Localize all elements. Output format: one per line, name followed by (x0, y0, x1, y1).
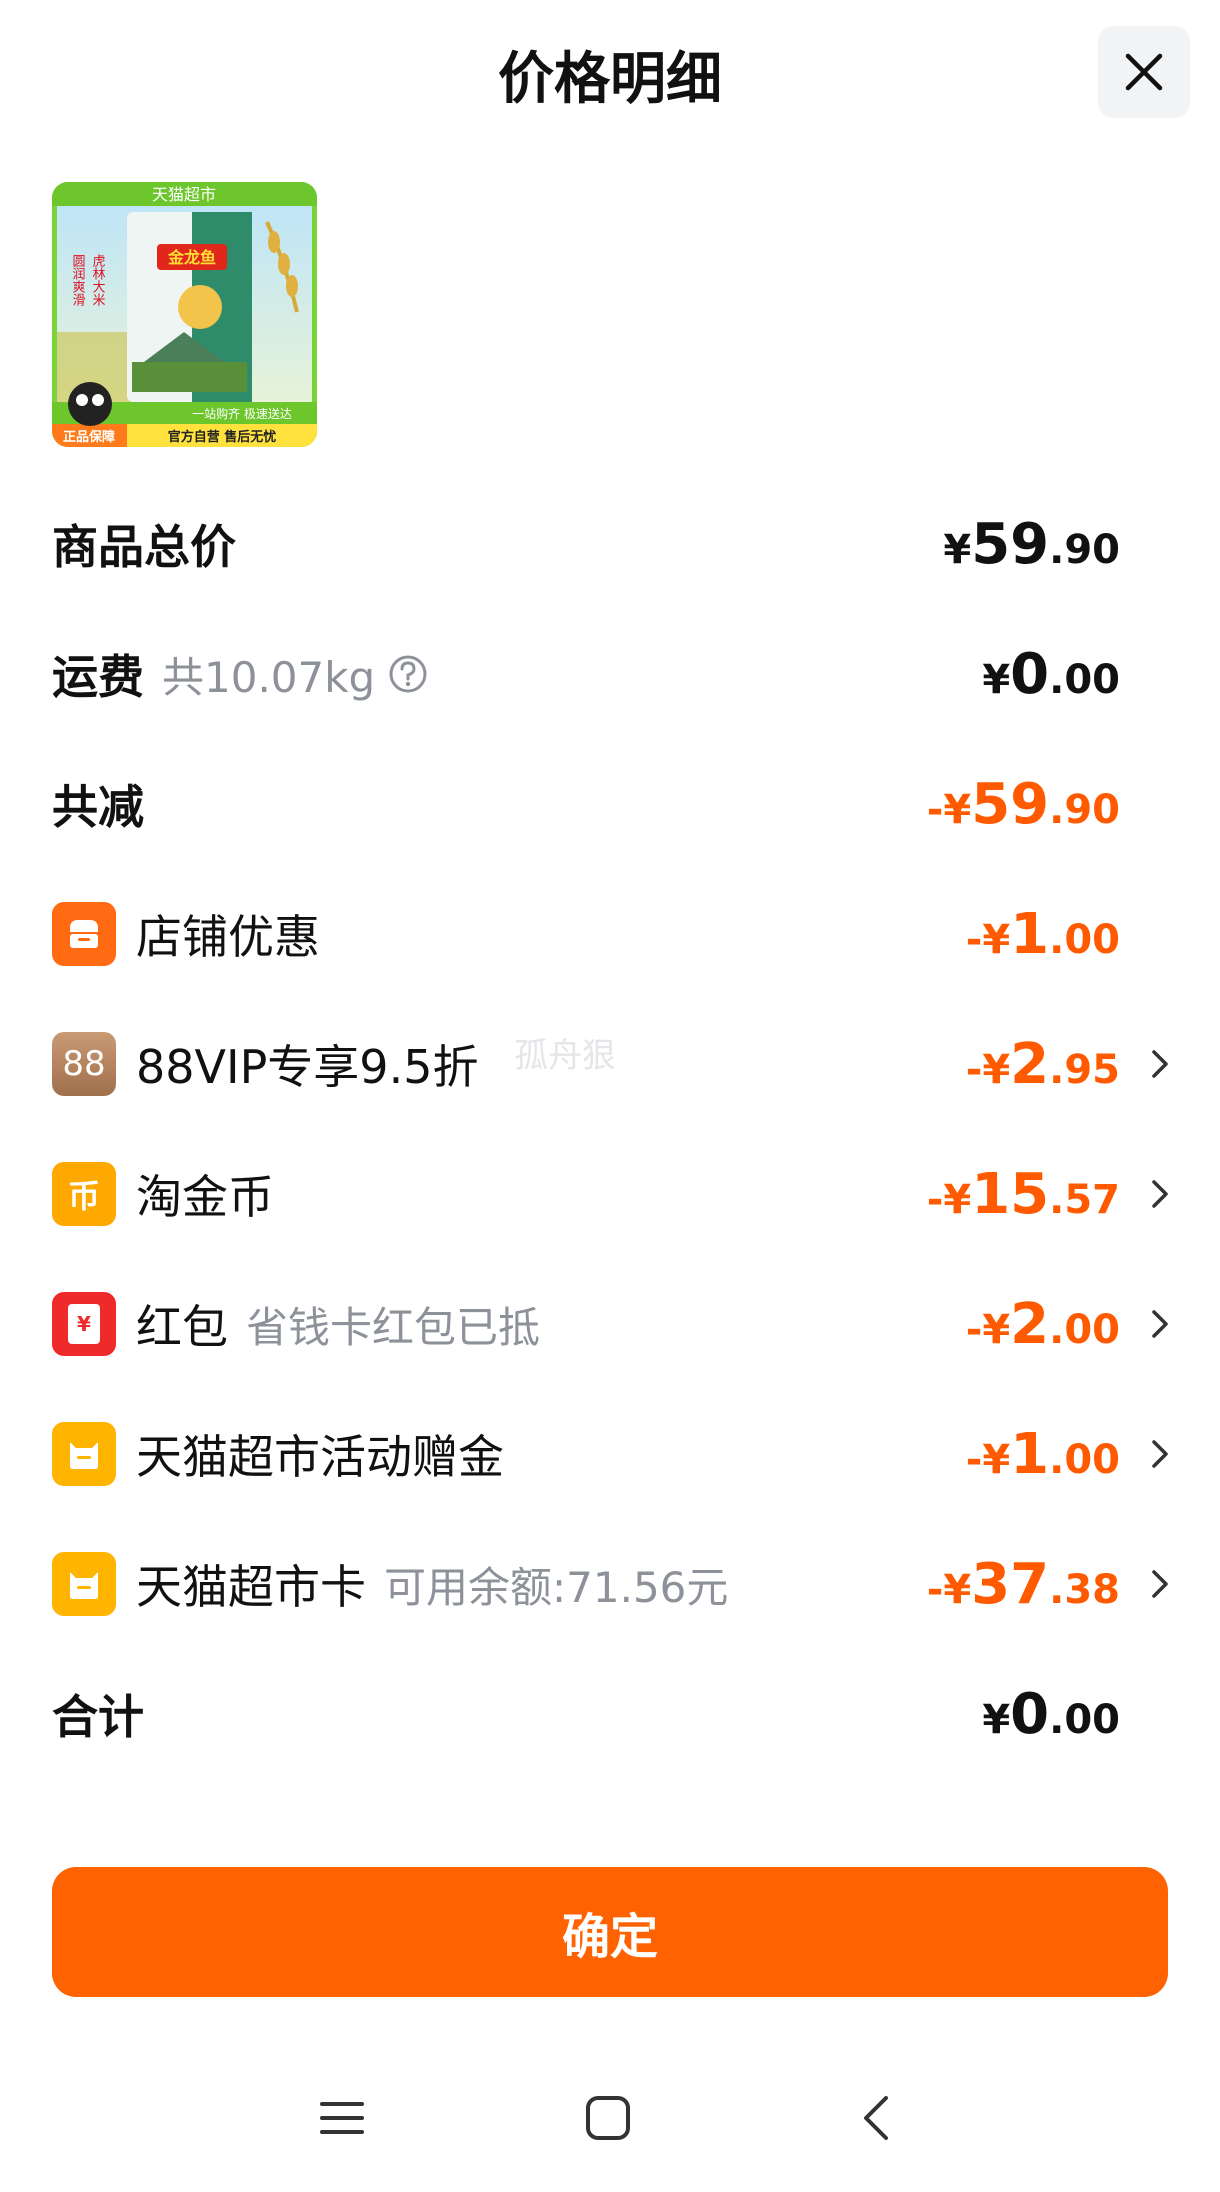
product-brand-text: 金龙鱼 (167, 248, 216, 267)
close-button[interactable] (1098, 26, 1190, 118)
discount-amount: -¥ 2 .00 (966, 1284, 1120, 1364)
sum-label: 合计 (52, 1690, 144, 1744)
discount-label: 淘金币 (136, 1170, 274, 1224)
product-image: 金龙鱼 圆润爽滑 虎林大米 天猫超市 一站购齐 极速送达 正品保障 官方自营 售… (52, 182, 317, 447)
currency: ¥ (943, 527, 972, 573)
chevron-right-icon (1152, 1440, 1168, 1468)
discount-label: 店铺优惠 (136, 910, 320, 964)
total-price-row: 商品总价 ¥ 59 .90 (52, 504, 1172, 584)
close-icon (1125, 53, 1163, 91)
total-reduce-label: 共减 (52, 780, 144, 834)
sum-amount: ¥ 0 .00 (982, 1674, 1120, 1754)
vip88-icon: 88 (52, 1032, 116, 1096)
chevron-right-icon (1152, 1570, 1168, 1598)
currency: -¥ (926, 1567, 972, 1613)
coin-icon-text: 币 (67, 1177, 100, 1215)
sum-row: 合计 ¥ 0 .00 (52, 1674, 1172, 1754)
system-nav-bar (0, 2080, 1220, 2160)
amount-dec: .00 (1049, 1437, 1120, 1483)
total-reduce-row: 共减 -¥ 59 .90 (52, 764, 1172, 844)
amount-dec: .00 (1049, 657, 1120, 703)
total-reduce-amount: -¥ 59 .90 (927, 764, 1120, 844)
watermark: 孤舟狠 (514, 1036, 616, 1076)
header: 价格明细 (0, 0, 1220, 140)
amount-int: 0 (1010, 642, 1050, 707)
discount-amount: -¥ 37 .38 (927, 1544, 1120, 1624)
tmall-gift-icon (52, 1422, 116, 1486)
red-packet-icon: ¥ (52, 1292, 116, 1356)
discount-label: 88VIP专享9.5折 (136, 1040, 479, 1094)
discount-amount: -¥ 1 .00 (966, 1414, 1120, 1494)
amount-int: 59 (971, 772, 1050, 837)
discount-sub: 省钱卡红包已抵 (246, 1302, 541, 1352)
amount-dec: .00 (1049, 1697, 1120, 1743)
discount-amount: -¥ 1 .00 (966, 894, 1120, 974)
amount-int: 37 (971, 1552, 1050, 1617)
menu-icon[interactable] (318, 2094, 366, 2142)
discount-amount: -¥ 2 .95 (966, 1024, 1120, 1104)
amount-dec: .57 (1049, 1177, 1120, 1223)
amount-int: 2 (1010, 1292, 1050, 1357)
amount-int: 15 (971, 1162, 1050, 1227)
shipping-row: 运费 共10.07kg ¥ 0 .00 (52, 634, 1172, 714)
tmall-card-icon (52, 1552, 116, 1616)
back-icon[interactable] (858, 2094, 894, 2142)
discount-label: 天猫超市卡 (136, 1560, 366, 1614)
shop-icon (52, 902, 116, 966)
discount-row-shop: 店铺优惠 -¥ 1 .00 (52, 894, 1172, 974)
page-title: 价格明细 (498, 47, 722, 112)
currency: -¥ (965, 1437, 1011, 1483)
help-icon[interactable] (387, 653, 429, 695)
product-badge-top: 天猫超市 (152, 185, 216, 204)
currency: ¥ (982, 1697, 1011, 1743)
currency: -¥ (926, 1177, 972, 1223)
currency: ¥ (982, 657, 1011, 703)
product-side-text: 圆润爽滑 (70, 254, 86, 306)
chevron-right-icon (1152, 1310, 1168, 1338)
chevron-right-icon (1152, 1050, 1168, 1078)
product-side-text-2: 虎林大米 (90, 254, 106, 306)
amount-dec: .95 (1049, 1047, 1120, 1093)
discount-amount: -¥ 15 .57 (927, 1154, 1120, 1234)
discount-row-tmall-card[interactable]: 天猫超市卡 可用余额:71.56元 -¥ 37 .38 (52, 1544, 1172, 1624)
amount-int: 1 (1010, 902, 1050, 967)
amount-int: 1 (1010, 1422, 1050, 1487)
amount-dec: .00 (1049, 917, 1120, 963)
currency: -¥ (965, 1047, 1011, 1093)
discount-row-red-packet[interactable]: ¥ 红包 省钱卡红包已抵 -¥ 2 .00 (52, 1284, 1172, 1364)
home-icon[interactable] (584, 2094, 632, 2142)
amount-int: 59 (971, 512, 1050, 577)
product-bottom-tag: 正品保障 (63, 429, 115, 445)
chevron-right-icon (1152, 1180, 1168, 1208)
discount-sub: 可用余额:71.56元 (384, 1562, 729, 1612)
confirm-button[interactable]: 确定 (52, 1867, 1168, 1997)
discount-row-coin[interactable]: 币 淘金币 -¥ 15 .57 (52, 1154, 1172, 1234)
product-bottom-line2: 官方自营 售后无忧 (168, 429, 277, 445)
currency: -¥ (965, 1307, 1011, 1353)
amount-dec: .38 (1049, 1567, 1120, 1613)
vip88-icon-text: 88 (62, 1044, 106, 1084)
total-price-label: 商品总价 (52, 520, 236, 574)
amount-int: 0 (1010, 1682, 1050, 1747)
discount-row-tmall-gift[interactable]: 天猫超市活动赠金 -¥ 1 .00 (52, 1414, 1172, 1494)
product-bottom-line1: 一站购齐 极速送达 (192, 406, 292, 421)
amount-dec: .90 (1049, 527, 1120, 573)
currency: -¥ (965, 917, 1011, 963)
currency: -¥ (926, 787, 972, 833)
discount-label: 天猫超市活动赠金 (136, 1430, 504, 1484)
coin-icon: 币 (52, 1162, 116, 1226)
amount-dec: .00 (1049, 1307, 1120, 1353)
total-price-amount: ¥ 59 .90 (943, 504, 1120, 584)
discount-label: 红包 (136, 1300, 228, 1354)
amount-int: 2 (1010, 1032, 1050, 1097)
shipping-label: 运费 (52, 650, 144, 704)
amount-dec: .90 (1049, 787, 1120, 833)
shipping-amount: ¥ 0 .00 (982, 634, 1120, 714)
red-packet-icon-text: ¥ (77, 1312, 91, 1336)
shipping-weight: 共10.07kg (162, 652, 376, 702)
